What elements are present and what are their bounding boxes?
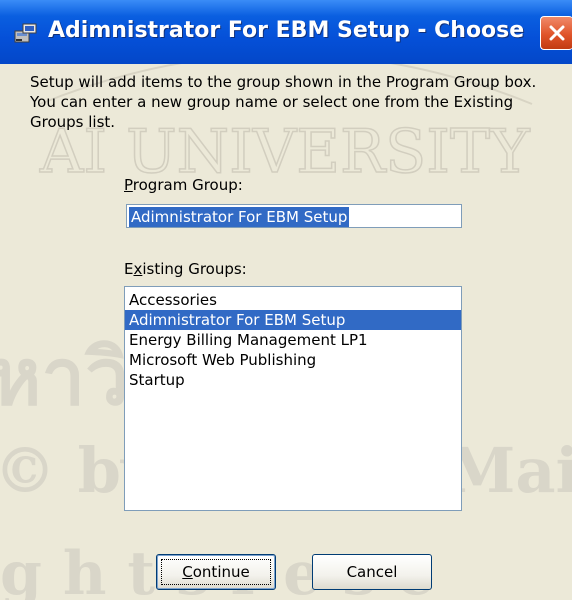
existing-groups-label: Existing Groups: xyxy=(124,260,247,278)
program-group-input[interactable]: Adimnistrator For EBM Setup xyxy=(126,204,462,228)
setup-icon xyxy=(14,22,38,44)
title-bar[interactable]: Adimnistrator For EBM Setup - Choose Pro… xyxy=(0,0,572,64)
list-item-selected[interactable]: Adimnistrator For EBM Setup xyxy=(125,310,461,330)
close-button[interactable] xyxy=(540,16,572,50)
continue-button[interactable]: Continue xyxy=(156,554,276,590)
cancel-button[interactable]: Cancel xyxy=(312,554,432,590)
list-item[interactable]: Accessories xyxy=(125,290,461,310)
instructions-text: Setup will add items to the group shown … xyxy=(30,73,537,131)
existing-groups-list[interactable]: Accessories Adimnistrator For EBM Setup … xyxy=(124,286,462,511)
program-group-value: Adimnistrator For EBM Setup xyxy=(129,207,350,227)
list-item[interactable]: Energy Billing Management LP1 xyxy=(125,330,461,350)
list-item[interactable]: Microsoft Web Publishing xyxy=(125,350,461,370)
list-item[interactable]: Startup xyxy=(125,370,461,390)
window-title: Adimnistrator For EBM Setup - Choose Pro… xyxy=(48,18,528,43)
setup-dialog: Adimnistrator For EBM Setup - Choose Pro… xyxy=(0,0,572,600)
program-group-mnemonic: P xyxy=(124,176,133,194)
program-group-label: Program Group: xyxy=(124,176,243,194)
focus-rectangle xyxy=(161,559,271,585)
